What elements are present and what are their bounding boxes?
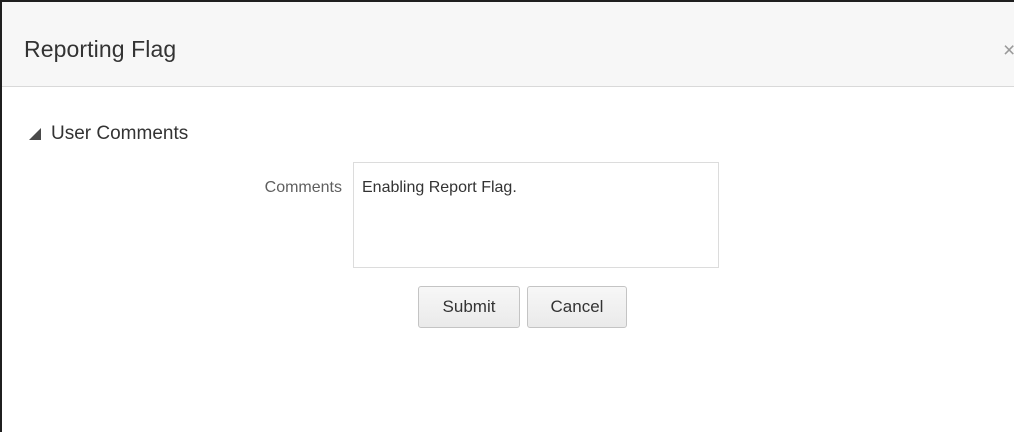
user-comments-section-toggle[interactable]: User Comments <box>28 121 188 147</box>
section-title: User Comments <box>51 123 189 144</box>
dialog-header: Reporting Flag × <box>2 2 1014 87</box>
comments-field[interactable]: Enabling Report Flag. <box>353 162 719 268</box>
dialog-title: Reporting Flag <box>24 36 177 62</box>
submit-button[interactable]: Submit <box>418 286 520 328</box>
triangle-collapse-icon <box>29 128 41 140</box>
reporting-flag-dialog: Reporting Flag × User Comments Comments … <box>0 0 1014 432</box>
cancel-button[interactable]: Cancel <box>527 286 627 328</box>
comments-label: Comments <box>264 179 342 196</box>
close-icon[interactable]: × <box>1003 39 1014 63</box>
